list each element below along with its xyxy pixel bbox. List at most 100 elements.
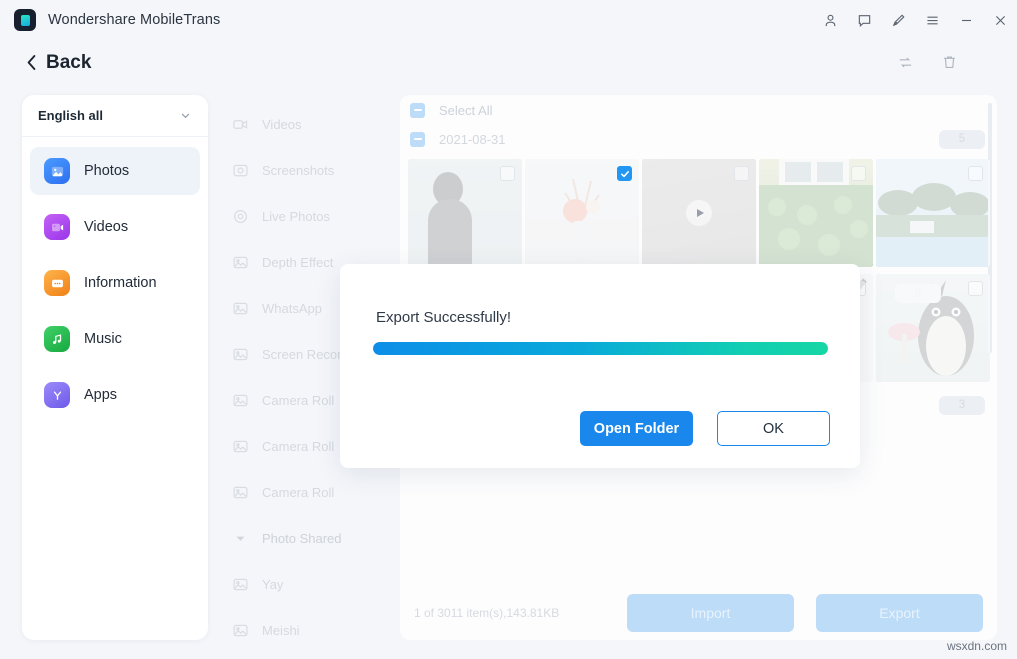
- category-item-live-photos[interactable]: Live Photos: [222, 193, 397, 239]
- caret-down-icon: [230, 528, 250, 548]
- photo-icon: [230, 620, 250, 640]
- information-icon: [44, 270, 70, 296]
- category-label: Live Photos: [262, 209, 330, 224]
- title-bar: Wondershare MobileTrans: [0, 0, 1017, 40]
- check-icon: [620, 169, 630, 179]
- photo-icon: [230, 344, 250, 364]
- watermark: wsxdn.com: [947, 639, 1007, 653]
- import-button[interactable]: Import: [627, 594, 794, 632]
- chevron-down-icon: [179, 109, 192, 122]
- close-icon[interactable]: [983, 0, 1017, 40]
- date-group-header[interactable]: 2021-08-31 5: [400, 125, 997, 153]
- dialog-message: Export Successfully!: [376, 309, 511, 326]
- category-item-camera-roll-3[interactable]: Camera Roll: [222, 469, 397, 515]
- export-button[interactable]: Export: [816, 594, 983, 632]
- category-item-meishi[interactable]: Meishi: [222, 607, 397, 653]
- refresh-icon[interactable]: [883, 46, 927, 80]
- thumbnail-photo-palm-beach[interactable]: [876, 159, 990, 267]
- feedback-icon[interactable]: [847, 0, 881, 40]
- category-label: Camera Roll: [262, 439, 334, 454]
- photo-icon: [230, 298, 250, 318]
- video-camera-icon: [230, 114, 250, 134]
- open-folder-button[interactable]: Open Folder: [580, 411, 693, 446]
- thumbnail-photo-flowers[interactable]: [525, 159, 639, 267]
- select-all-label: Select All: [439, 103, 492, 118]
- back-button[interactable]: Back: [26, 52, 91, 74]
- screenshot-icon: [230, 160, 250, 180]
- thumbnail-photo-totoro-art[interactable]: [876, 274, 990, 382]
- export-success-dialog: Export Successfully! Open Folder OK: [340, 264, 860, 468]
- thumbnail-checkbox[interactable]: [851, 166, 866, 181]
- bottom-action-bar: 1 of 3011 item(s),143.81KB Import Export: [400, 585, 997, 640]
- category-label: Screenshots: [262, 163, 334, 178]
- thumbnail-photo-plants-field[interactable]: [759, 159, 873, 267]
- account-icon[interactable]: [813, 0, 847, 40]
- thumbnail-checkbox[interactable]: [968, 281, 983, 296]
- category-label: Meishi: [262, 623, 300, 638]
- thumbnail-checkbox[interactable]: [968, 166, 983, 181]
- category-label: Depth Effect: [262, 255, 333, 270]
- photo-icon: [230, 390, 250, 410]
- sidebar-item-label: Videos: [84, 219, 128, 235]
- live-photo-icon: [230, 206, 250, 226]
- category-label: Yay: [262, 577, 283, 592]
- date-group-label: 2021-08-31: [439, 132, 506, 147]
- progress-bar: [373, 342, 828, 355]
- thumbnail-checkbox[interactable]: [617, 166, 632, 181]
- sidebar-item-information[interactable]: Information: [30, 259, 200, 307]
- back-label: Back: [46, 52, 91, 74]
- delete-icon[interactable]: [927, 46, 971, 80]
- selection-status: 1 of 3011 item(s),143.81KB: [414, 606, 559, 620]
- window-controls: [813, 0, 1017, 40]
- photos-icon: [44, 158, 70, 184]
- category-item-videos[interactable]: Videos: [222, 101, 397, 147]
- apps-icon: [44, 382, 70, 408]
- language-selector[interactable]: English all: [22, 95, 208, 137]
- sidebar-item-label: Information: [84, 275, 157, 291]
- category-label: Camera Roll: [262, 393, 334, 408]
- thumbnail-photo-person[interactable]: [408, 159, 522, 267]
- category-label: WhatsApp: [262, 301, 322, 316]
- sidebar-nav: Photos Videos Information: [22, 137, 208, 419]
- nav-bar: Back: [0, 40, 1017, 85]
- videos-icon: [44, 214, 70, 240]
- minimize-icon[interactable]: [949, 0, 983, 40]
- sidebar-item-label: Apps: [84, 387, 117, 403]
- category-label: Camera Roll: [262, 485, 334, 500]
- photo-icon: [230, 252, 250, 272]
- photo-icon: [230, 482, 250, 502]
- thumbnail-checkbox[interactable]: [734, 166, 749, 181]
- sidebar-item-apps[interactable]: Apps: [30, 371, 200, 419]
- select-all-row[interactable]: Select All: [400, 95, 997, 125]
- dialog-actions: Open Folder OK: [580, 411, 830, 446]
- category-group-photo-shared[interactable]: Photo Shared: [222, 515, 397, 561]
- photo-icon: [230, 436, 250, 456]
- photo-icon: [230, 574, 250, 594]
- menu-icon[interactable]: [915, 0, 949, 40]
- date-group-checkbox[interactable]: [410, 132, 425, 147]
- app-title: Wondershare MobileTrans: [48, 12, 220, 28]
- content-toolbar: [883, 46, 971, 80]
- sidebar-item-label: Photos: [84, 163, 129, 179]
- chevron-left-icon: [26, 54, 37, 71]
- mobiletrans-logo-icon: [14, 9, 36, 31]
- sidebar-item-music[interactable]: Music: [30, 315, 200, 363]
- ok-button[interactable]: OK: [717, 411, 830, 446]
- category-item-yay[interactable]: Yay: [222, 561, 397, 607]
- play-icon: [686, 200, 712, 226]
- edit-icon[interactable]: [881, 0, 915, 40]
- music-icon: [44, 326, 70, 352]
- category-label: Photo Shared: [262, 531, 342, 546]
- sidebar: English all Photos Videos: [22, 95, 208, 640]
- thumbnail-checkbox[interactable]: [500, 166, 515, 181]
- sidebar-item-videos[interactable]: Videos: [30, 203, 200, 251]
- thumbnail-video-clip-1[interactable]: [642, 159, 756, 267]
- language-label: English all: [38, 108, 103, 123]
- sidebar-item-label: Music: [84, 331, 122, 347]
- select-all-checkbox[interactable]: [410, 103, 425, 118]
- category-item-screenshots[interactable]: Screenshots: [222, 147, 397, 193]
- category-label: Videos: [262, 117, 302, 132]
- progress-bar-fill: [373, 342, 828, 355]
- app-window: Wondershare MobileTrans: [0, 0, 1017, 659]
- sidebar-item-photos[interactable]: Photos: [30, 147, 200, 195]
